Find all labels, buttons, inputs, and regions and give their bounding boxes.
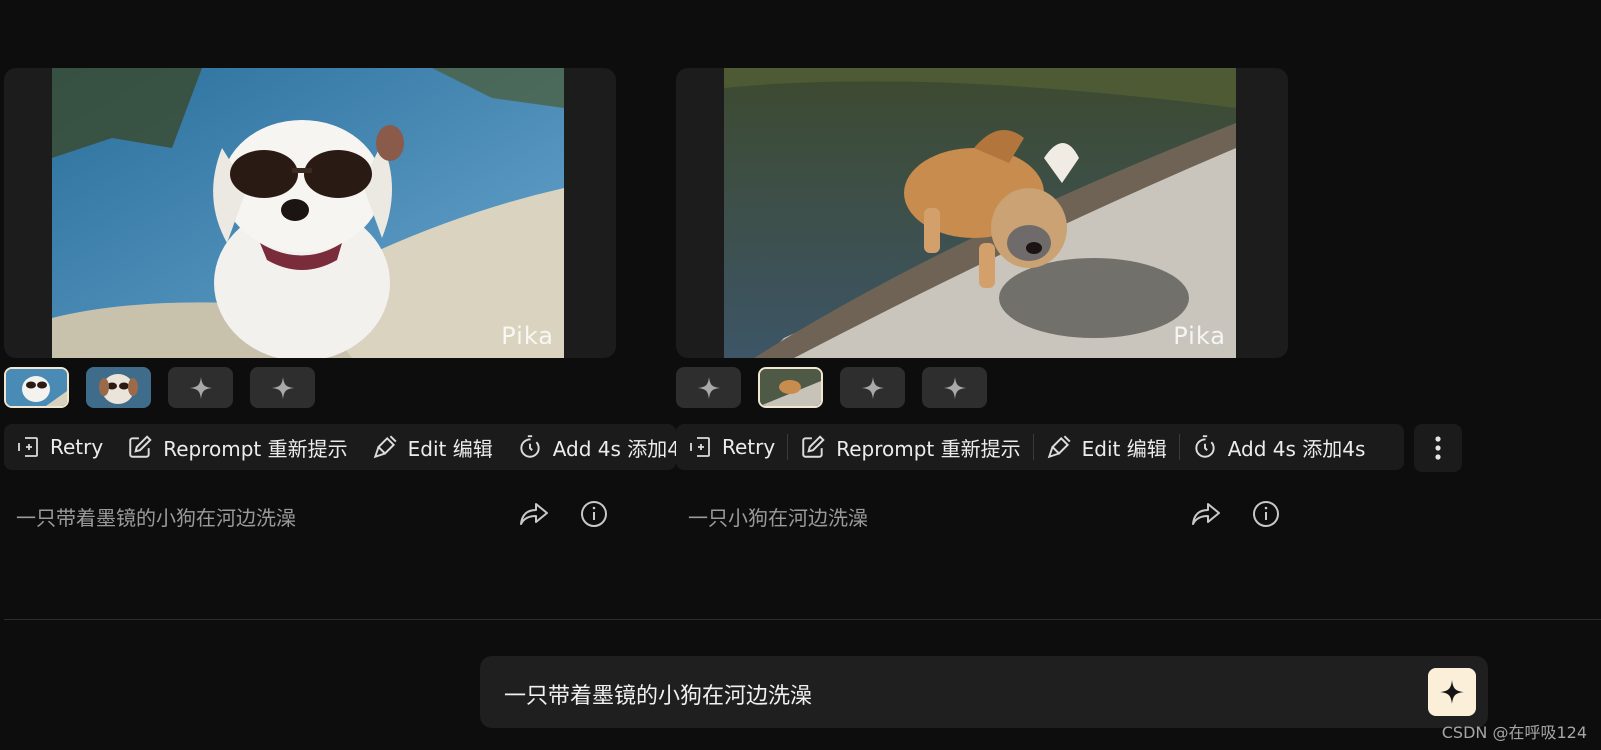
- share-arrow-icon: [520, 503, 548, 525]
- timer-icon: [520, 435, 540, 458]
- edit-button[interactable]: Edit 编辑: [360, 424, 505, 470]
- brush-icon: [1047, 435, 1071, 459]
- generate-button[interactable]: [1428, 668, 1476, 716]
- video-actions-toolbar-1: Retry Reprompt 重新提示 Edit 编辑 Add 4s 添加4s: [4, 424, 676, 470]
- info-icon: [1253, 501, 1279, 527]
- retry-button[interactable]: Retry: [676, 424, 787, 470]
- retry-label: Retry: [722, 435, 776, 459]
- video-watermark: Pika: [501, 322, 554, 350]
- variant-thumbnail-generate[interactable]: [840, 367, 905, 408]
- variant-thumbnail-generate[interactable]: [250, 367, 315, 408]
- info-icon: [581, 501, 607, 527]
- prompt-input[interactable]: 一只带着墨镜的小狗在河边洗澡: [504, 678, 812, 710]
- video-actions-toolbar-2: Retry Reprompt 重新提示 Edit 编辑 Add 4s 添加4s: [676, 424, 1404, 470]
- info-button[interactable]: [1250, 498, 1282, 530]
- more-options-button[interactable]: [1414, 424, 1462, 472]
- variant-thumbnail-generate[interactable]: [168, 367, 233, 408]
- variant-thumbnail-selected[interactable]: [4, 367, 69, 408]
- video-frame[interactable]: Pika: [4, 68, 616, 358]
- section-divider: [4, 619, 1601, 620]
- video-caption-2: 一只小狗在河边洗澡: [688, 506, 868, 530]
- add-4s-label: Add 4s 添加4s: [552, 436, 676, 461]
- info-button[interactable]: [578, 498, 610, 530]
- retry-icon: [690, 437, 710, 457]
- video-caption-1: 一只带着墨镜的小狗在河边洗澡: [16, 506, 296, 530]
- edit-pencil-icon: [129, 435, 152, 458]
- add-4s-button[interactable]: Add 4s 添加4s: [1180, 424, 1378, 470]
- variant-thumbnails-1: [4, 367, 315, 408]
- variant-thumbnails-2: [676, 367, 987, 408]
- video-watermark: Pika: [1173, 322, 1226, 350]
- video-frame[interactable]: Pika: [676, 68, 1288, 358]
- prompt-input-bar[interactable]: 一只带着墨镜的小狗在河边洗澡: [480, 656, 1488, 728]
- thumbnail-image: [86, 367, 151, 408]
- add-4s-label: Add 4s 添加4s: [1227, 436, 1366, 461]
- thumbnail-image: [6, 369, 67, 406]
- variant-thumbnail[interactable]: [86, 367, 151, 408]
- video-still-dog-sunglasses: [52, 68, 564, 358]
- sparkle-icon: [697, 376, 720, 399]
- add-4s-button[interactable]: Add 4s 添加4s: [505, 424, 676, 470]
- sparkle-icon: [861, 376, 884, 399]
- variant-thumbnail-generate[interactable]: [922, 367, 987, 408]
- variant-thumbnail-generate[interactable]: [676, 367, 741, 408]
- retry-button[interactable]: Retry: [4, 424, 115, 470]
- site-watermark: CSDN @在呼吸124: [1441, 723, 1587, 742]
- reprompt-button[interactable]: Reprompt 重新提示: [788, 424, 1032, 470]
- edit-button[interactable]: Edit 编辑: [1034, 424, 1179, 470]
- reprompt-label: Reprompt 重新提示: [163, 436, 348, 461]
- share-button[interactable]: [518, 498, 550, 530]
- edit-pencil-icon: [802, 435, 825, 458]
- video-card-1: Pika: [4, 68, 616, 358]
- video-player[interactable]: Pika: [724, 68, 1236, 358]
- reprompt-label: Reprompt 重新提示: [836, 436, 1021, 461]
- edit-label: Edit 编辑: [1081, 436, 1167, 461]
- brush-icon: [373, 435, 397, 459]
- retry-label: Retry: [50, 435, 104, 459]
- edit-label: Edit 编辑: [407, 436, 493, 461]
- more-vertical-icon: [1435, 436, 1441, 460]
- sparkle-icon: [271, 376, 294, 399]
- sparkle-icon: [943, 376, 966, 399]
- retry-icon: [18, 437, 38, 457]
- reprompt-button[interactable]: Reprompt 重新提示: [115, 424, 359, 470]
- share-arrow-icon: [1192, 503, 1220, 525]
- video-card-2: Pika: [676, 68, 1288, 358]
- share-button[interactable]: [1190, 498, 1222, 530]
- video-still-dog-running: [724, 68, 1236, 358]
- sparkle-icon: [189, 376, 212, 399]
- sparkle-icon: [1440, 680, 1464, 704]
- variant-thumbnail-selected[interactable]: [758, 367, 823, 408]
- video-player[interactable]: Pika: [52, 68, 564, 358]
- timer-icon: [1195, 435, 1215, 458]
- thumbnail-image: [760, 369, 821, 406]
